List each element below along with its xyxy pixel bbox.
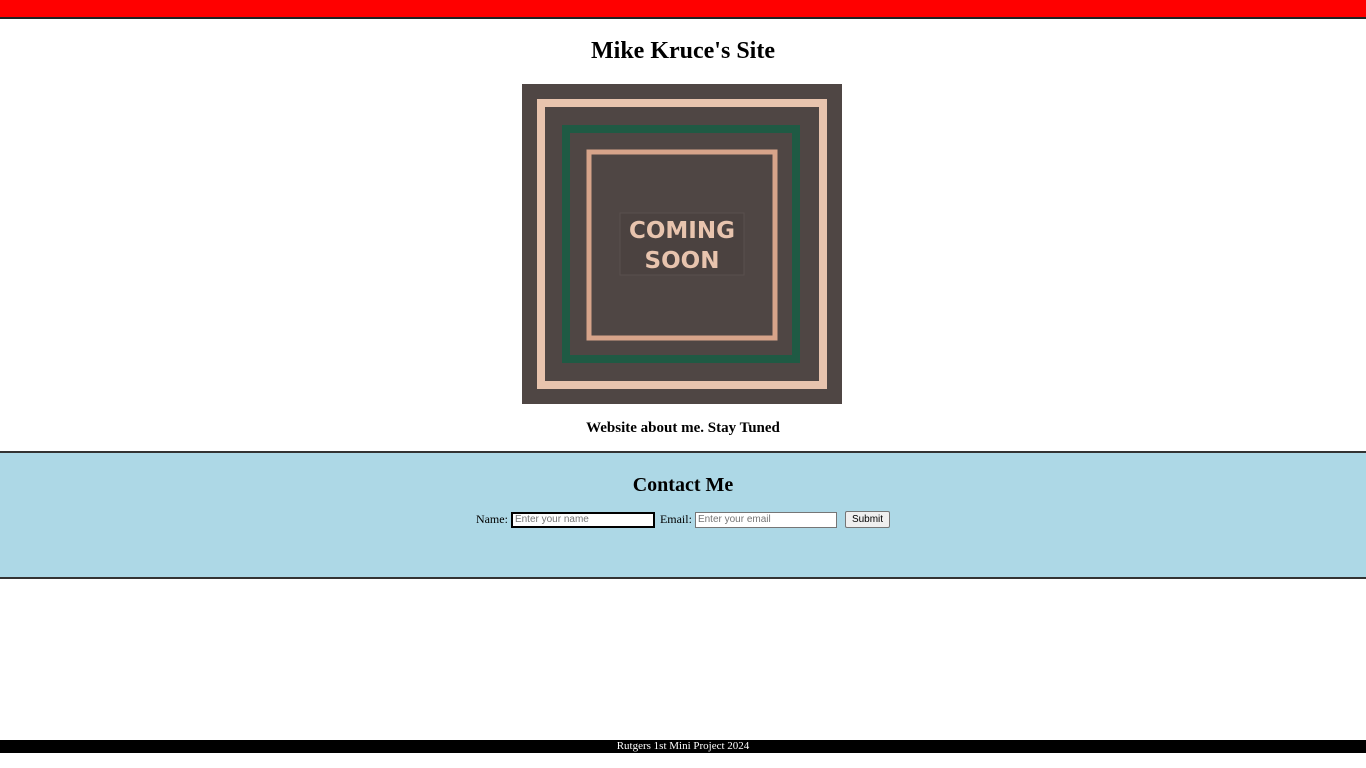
soon-text: SOON (645, 248, 720, 274)
tagline: Website about me. Stay Tuned (586, 420, 780, 436)
coming-soon-image: COMING SOON (522, 84, 842, 404)
footer: Rutgers 1st Mini Project 2024 (0, 740, 1366, 753)
top-banner (0, 0, 1366, 19)
contact-title: Contact Me (632, 474, 734, 496)
submit-button[interactable]: Submit (844, 511, 891, 528)
contact-form: Name: Email: Submit (0, 511, 1366, 528)
email-label: Email: (659, 512, 692, 526)
coming-text: COMING (629, 218, 735, 244)
email-input[interactable] (694, 511, 837, 528)
contact-section: Contact Me Name: Email: Submit (0, 451, 1366, 579)
name-input[interactable] (510, 511, 655, 528)
name-label: Name: (475, 512, 508, 526)
page-title: Mike Kruce's Site (591, 38, 775, 64)
